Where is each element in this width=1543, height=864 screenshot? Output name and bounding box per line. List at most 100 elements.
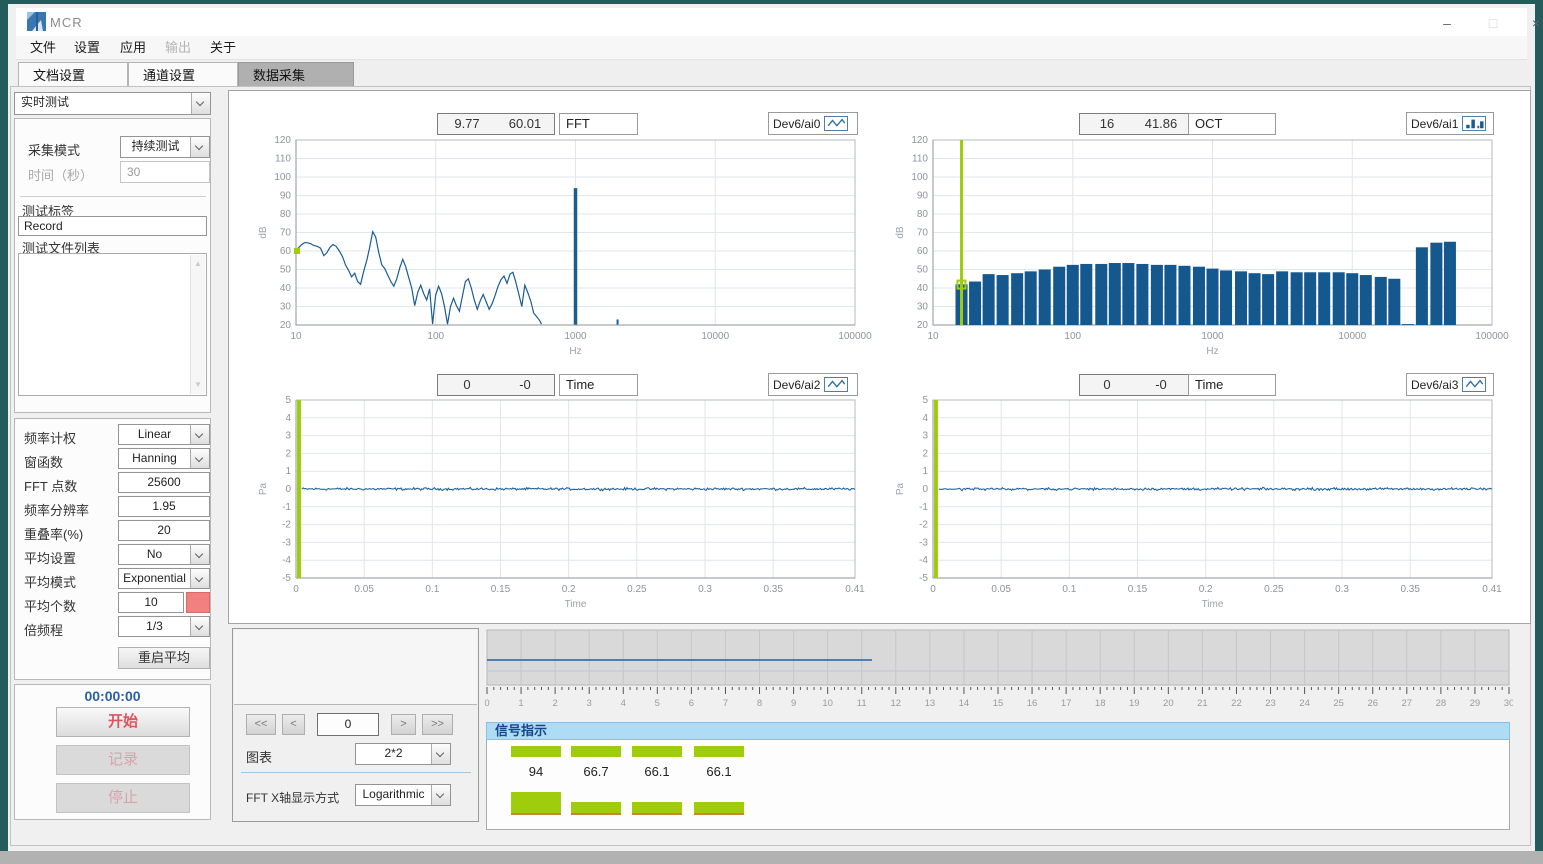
svg-text:110: 110 [275, 154, 291, 165]
freq-weighting-label: 频率计权 [24, 428, 76, 447]
line-chart-icon [824, 116, 848, 131]
maximize-button[interactable]: □ [1476, 11, 1510, 35]
tab-data-acquisition[interactable]: 数据采集 [238, 62, 354, 87]
avg-count-input[interactable]: 10 [118, 592, 184, 613]
menu-output: 输出 [159, 38, 197, 58]
peak-meter-bar [511, 792, 561, 813]
svg-text:27: 27 [1402, 698, 1413, 709]
octave-value: 1/3 [119, 617, 190, 636]
avg-setting-select[interactable]: No [118, 544, 210, 565]
svg-text:29: 29 [1470, 698, 1481, 709]
svg-text:2: 2 [922, 448, 928, 459]
menu-settings[interactable]: 设置 [68, 38, 106, 58]
acq-mode-label: 采集模式 [28, 140, 80, 159]
chevron-down-icon[interactable] [190, 569, 209, 588]
svg-text:5: 5 [655, 698, 660, 709]
scrollbar[interactable]: ▲ ▼ [190, 255, 205, 394]
scroll-up-icon[interactable]: ▲ [191, 257, 205, 271]
test-mode-select[interactable]: 实时测试 [14, 92, 211, 115]
chevron-down-icon[interactable] [190, 617, 209, 636]
time-chart-ai3[interactable]: 00.050.10.150.20.250.30.350.41-5-4-3-2-1… [873, 388, 1521, 631]
chevron-down-icon[interactable] [190, 545, 209, 564]
chevron-down-icon[interactable] [191, 93, 210, 114]
nav-last-button[interactable]: >> [422, 714, 453, 735]
svg-text:0.05: 0.05 [991, 584, 1011, 595]
svg-text:40: 40 [917, 283, 929, 294]
restart-avg-button[interactable]: 重启平均 [118, 647, 210, 669]
oct-channel-box[interactable]: Dev6/ai1 [1406, 112, 1494, 135]
chevron-down-icon[interactable] [190, 137, 209, 157]
menu-about[interactable]: 关于 [204, 38, 242, 58]
level-meter-bar [571, 746, 621, 757]
freq-resolution-input[interactable]: 1.95 [118, 496, 210, 517]
octave-select[interactable]: 1/3 [118, 616, 210, 637]
nav-prev-button[interactable]: < [282, 714, 305, 735]
avg-mode-select[interactable]: Exponential [118, 568, 210, 589]
status-strip [0, 851, 1543, 864]
svg-text:26: 26 [1367, 698, 1378, 709]
svg-text:20: 20 [1163, 698, 1174, 709]
svg-text:5: 5 [285, 395, 291, 406]
freq-weighting-select[interactable]: Linear [118, 424, 210, 445]
svg-text:4: 4 [621, 698, 626, 709]
tab-channel-settings[interactable]: 通道设置 [128, 62, 238, 87]
acq-mode-value: 持续测试 [121, 137, 190, 157]
overlap-input[interactable]: 20 [118, 520, 210, 541]
fft-chart[interactable]: 1010010001000010000020304050607080901001… [236, 128, 884, 378]
fft-type-box[interactable]: FFT [559, 113, 638, 135]
svg-text:120: 120 [274, 135, 291, 146]
scroll-down-icon[interactable]: ▼ [191, 378, 205, 392]
octave-chart[interactable]: 1010010001000010000020304050607080901001… [873, 128, 1521, 378]
meter-baseline [571, 813, 621, 815]
line-chart-icon [824, 377, 848, 392]
fft-channel-box[interactable]: Dev6/ai0 [768, 112, 858, 135]
record-timeline[interactable]: 0123456789101112131415161718192021222324… [485, 629, 1513, 715]
close-button[interactable]: × [1519, 11, 1543, 35]
svg-text:0.15: 0.15 [491, 584, 511, 595]
svg-text:30: 30 [1504, 698, 1513, 709]
level-value: 66.1 [632, 764, 682, 779]
tab-document-settings[interactable]: 文档设置 [18, 62, 128, 87]
level-meter-bar [511, 746, 561, 757]
time2-channel-box[interactable]: Dev6/ai2 [768, 373, 858, 396]
acq-mode-select[interactable]: 持续测试 [120, 136, 210, 158]
bar-chart-icon [1462, 116, 1486, 131]
cursor-x: 9.77 [438, 114, 496, 134]
chevron-down-icon[interactable] [431, 785, 450, 805]
fft-xaxis-select[interactable]: Logarithmic [355, 784, 451, 806]
nav-next-button[interactable]: > [391, 714, 416, 735]
cursor-x: 0 [1080, 375, 1134, 395]
menu-file[interactable]: 文件 [24, 38, 62, 58]
svg-text:23: 23 [1265, 698, 1276, 709]
time-chart-ai2[interactable]: 00.050.10.150.20.250.30.350.41-5-4-3-2-1… [236, 388, 884, 631]
time2-cursor-readout: 0-0 [437, 374, 555, 396]
time3-type-box[interactable]: Time [1188, 374, 1276, 396]
peak-meter-bar [632, 802, 682, 813]
svg-text:0: 0 [485, 698, 490, 709]
minimize-button[interactable]: – [1430, 11, 1464, 35]
start-button[interactable]: 开始 [56, 707, 190, 737]
layout-select[interactable]: 2*2 [355, 743, 451, 765]
chevron-down-icon[interactable] [190, 449, 209, 468]
menu-app[interactable]: 应用 [114, 38, 152, 58]
chevron-down-icon[interactable] [190, 425, 209, 444]
fft-xaxis-label: FFT X轴显示方式 [246, 789, 339, 806]
test-file-listbox[interactable]: ▲ ▼ [18, 253, 207, 396]
svg-text:24: 24 [1299, 698, 1310, 709]
record-button: 记录 [56, 745, 190, 775]
page-number-field[interactable]: 0 [317, 713, 379, 736]
oct-type-box[interactable]: OCT [1188, 113, 1276, 135]
window-fn-select[interactable]: Hanning [118, 448, 210, 469]
svg-text:20: 20 [917, 320, 929, 331]
svg-text:110: 110 [912, 154, 928, 165]
fft-points-input[interactable]: 25600 [118, 472, 210, 493]
chevron-down-icon[interactable] [431, 744, 450, 764]
divider [20, 196, 206, 197]
test-label-input[interactable]: Record [18, 216, 207, 236]
time2-type-box[interactable]: Time [559, 374, 638, 396]
nav-first-button[interactable]: << [246, 714, 276, 735]
svg-text:Pa: Pa [258, 482, 269, 495]
time3-channel-box[interactable]: Dev6/ai3 [1406, 373, 1494, 396]
svg-text:0.25: 0.25 [627, 584, 647, 595]
title-bar: MCR – □ × [16, 8, 1527, 36]
